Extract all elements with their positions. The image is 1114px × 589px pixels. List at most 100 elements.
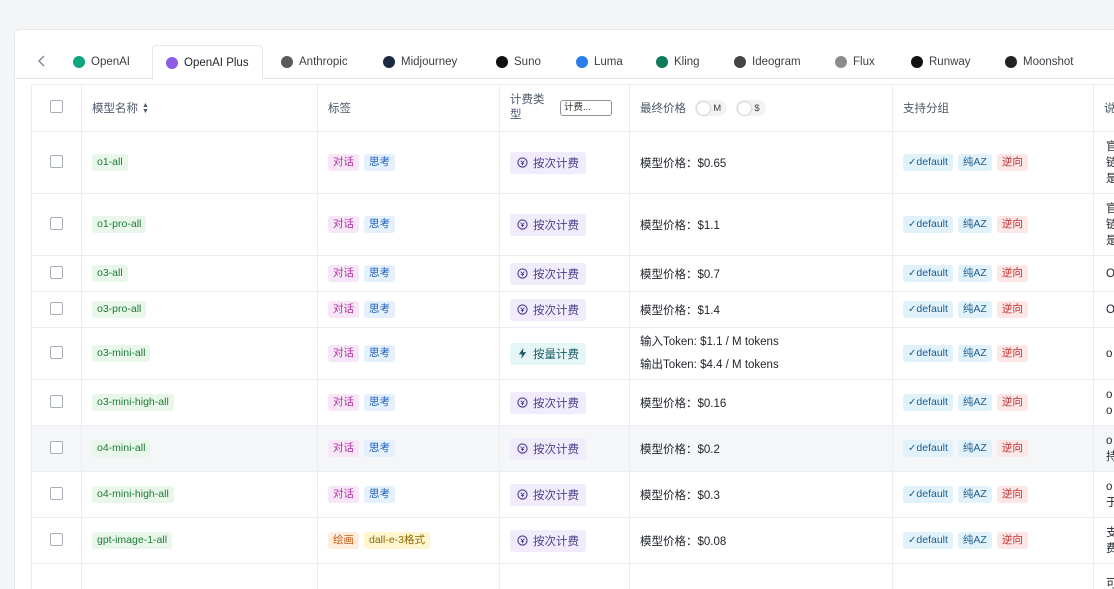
row-select-cell [31,131,82,194]
table-row[interactable]: o3-mini-high-all 对话 思考 按次计费 模型价格：$0.16 ✓defau… [31,379,1114,426]
group-tag: ✓default [903,301,953,318]
row-checkbox[interactable] [50,532,63,546]
model-name-tag[interactable]: o4-mini-high-all [92,486,174,503]
price-cell: 模型价格：$0.2 [629,425,893,472]
header-tags: 标签 [317,84,500,132]
group-tag: 逆向 [996,301,1028,318]
toggle-knob [697,101,711,115]
table-row[interactable]: o3-pro-all 对话 思考 按次计费 模型价格：$1.4 ✓default 纯AZ 逆向… [31,291,1114,328]
billing-type-badge: 按次计费 [510,391,586,414]
category-tag: 思考 [364,216,395,233]
group-tag: ✓default [903,345,953,362]
row-checkbox[interactable] [50,394,63,408]
billing-type-label: 按量计费 [533,348,579,361]
billing-type-label: 按次计费 [533,443,579,456]
group-tag: 纯AZ [957,154,992,171]
model-name-cell: o4-mini-all [81,425,318,472]
tab-runway[interactable]: Runway [911,45,971,79]
billing-cell: 按次计费 [499,517,630,564]
per-million-toggle[interactable]: M [695,100,728,117]
model-name-tag[interactable]: o3-mini-high-all [92,394,174,411]
group-tag: ✓default [903,532,953,549]
billing-type-badge: 按次计费 [510,262,586,285]
billing-type-badge: 按次计费 [510,213,586,236]
model-name-tag[interactable]: o3-all [92,265,128,282]
description-cell: O [1093,291,1114,328]
tab-flux[interactable]: Flux [835,45,875,79]
tab-anthropic[interactable]: Anthropic [281,45,348,79]
tab-label: Luma [594,56,623,68]
select-all-checkbox[interactable] [50,100,63,113]
group-tag: ✓default [903,394,953,411]
groups-cell: ✓default 纯AZ 逆向 [892,425,1094,472]
table-row[interactable]: gpt-image-1-all 绘画 dall-e-3格式 按次计费 模型价格：$0.0… [31,517,1114,564]
model-name-tag[interactable]: gpt-image-1-all [92,532,173,549]
header-price-label: 最终价格 [640,102,686,115]
tab-label: Kling [674,56,700,68]
runway-icon [911,56,923,68]
table-row[interactable]: o3-all 对话思考 按次计费 模型价格：$0.7 ✓default纯AZ逆向 O [31,255,1114,292]
coin-icon [517,268,528,279]
tab-kling[interactable]: Kling [656,45,700,79]
sort-icon[interactable]: ▲ ▼ [142,102,149,115]
group-label: default [916,534,948,546]
header-model-name-label: 模型名称 [92,103,138,115]
chevron-left-icon[interactable] [37,55,51,69]
model-name-tag[interactable]: o4-mini-all [92,440,151,457]
row-checkbox[interactable] [50,345,63,359]
flux-icon [835,56,847,68]
tab-openai[interactable]: OpenAI [73,45,130,79]
tab-ideogram[interactable]: Ideogram [734,45,801,79]
price-cell: 模型价格：$0.65 [629,131,893,194]
table-row[interactable]: o4-mini-high-all 对话 思考 按次计费 模型价格：$0.3 ✓defaul… [31,471,1114,518]
row-checkbox[interactable] [50,486,63,500]
category-tag: 对话 [328,265,359,282]
tab-openai-plus[interactable]: OpenAI Plus [152,45,263,80]
price-cell [629,563,893,589]
group-label: default [916,267,948,279]
group-tag: 逆向 [996,265,1028,282]
header-model-name[interactable]: 模型名称 ▲ ▼ [81,84,318,132]
model-name-tag[interactable]: o3-pro-all [92,301,147,318]
currency-toggle[interactable]: $ [736,100,766,117]
moonshot-icon [1005,56,1017,68]
table-row[interactable]: o4-mini-all 对话 思考 按次计费 模型价格：$0.2 ✓default 纯AZ 逆… [31,425,1114,472]
kling-icon [656,56,668,68]
table-row[interactable]: o1-all 对话思考 按次计费 模型价格：$0.65 ✓default纯AZ逆向 官 链… [31,131,1114,194]
table-row[interactable]: o1-pro-all 对话 思考 按次计费 模型价格：$1.1 ✓default 纯AZ 逆向… [31,193,1114,256]
model-name-tag[interactable]: o1-pro-all [92,216,147,233]
table-row[interactable]: 可 [31,563,1114,589]
model-name-cell: gpt-image-1-all [81,517,318,564]
category-tag: 思考 [364,440,395,457]
row-select-cell [31,193,82,256]
tab-moonshot[interactable]: Moonshot [1005,45,1074,79]
description-cell: 支 费 [1093,517,1114,564]
model-name-cell: o3-mini-high-all [81,379,318,426]
description-cell: 官 链 是 [1093,131,1114,194]
tab-label: Flux [853,56,875,68]
toggle-usd-label: $ [754,102,760,114]
table-row[interactable]: o3-mini-all 对话 思考 按量计费 输入Token: $1.1 / M tok… [31,327,1114,380]
row-checkbox[interactable] [50,301,63,315]
row-select-cell [31,517,82,564]
coin-icon [517,443,528,454]
row-select-cell [31,563,82,589]
suno-icon [496,56,508,68]
row-checkbox[interactable] [50,216,63,230]
tab-midjourney[interactable]: Midjourney [383,45,457,79]
group-tag: 纯AZ [957,216,992,233]
billing-type-label: 按次计费 [533,397,579,410]
billing-cell: 按次计费 [499,131,630,194]
billing-filter-input[interactable]: 计费... [560,100,612,116]
model-name-cell: o3-pro-all [81,291,318,328]
row-checkbox[interactable] [50,440,63,454]
group-tag: 逆向 [996,532,1028,549]
tab-luma[interactable]: Luma [576,45,623,79]
model-name-tag[interactable]: o3-mini-all [92,345,151,362]
row-checkbox[interactable] [50,265,63,279]
tab-suno[interactable]: Suno [496,45,541,79]
group-tag: ✓default [903,440,953,457]
tab-label: Suno [514,56,541,68]
model-name-tag[interactable]: o1-all [92,154,128,171]
row-checkbox[interactable] [50,154,63,168]
